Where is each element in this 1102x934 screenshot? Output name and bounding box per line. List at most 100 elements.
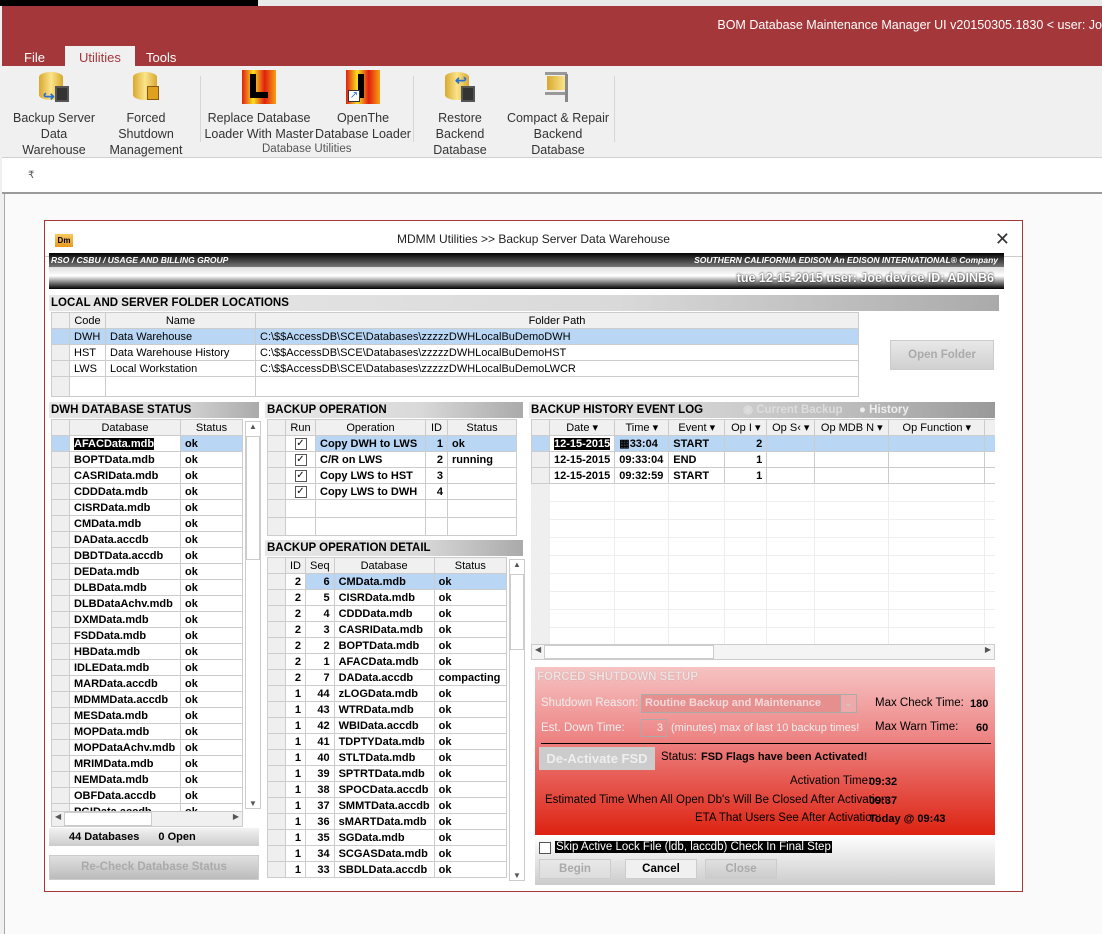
calendar-icon[interactable]: ▦ [619, 438, 629, 450]
col-op-mdb[interactable]: Op MDB N ▾ [814, 419, 890, 436]
table-row[interactable]: 2 5 CISRData.mdb ok [267, 589, 507, 606]
row-selector[interactable] [267, 621, 286, 638]
table-row[interactable]: 1 33 SBDLData.accdb ok [267, 861, 507, 878]
row-selector[interactable] [267, 435, 286, 452]
run-checkbox[interactable]: ✓ [285, 451, 316, 468]
table-row[interactable]: 1 43 WTRData.mdb ok [267, 701, 507, 718]
scroll-down-icon[interactable]: ▼ [510, 871, 524, 880]
table-row[interactable]: MESData.mdb ok [51, 707, 243, 724]
row-selector[interactable] [51, 499, 70, 516]
row-selector[interactable] [267, 829, 286, 846]
row-selector[interactable] [51, 435, 70, 452]
table-row[interactable]: 2 1 AFACData.mdb ok [267, 653, 507, 670]
row-selector[interactable] [51, 547, 70, 564]
row-selector[interactable] [51, 675, 70, 692]
row-selector[interactable] [267, 605, 286, 622]
col-op-function[interactable]: Op Function ▾ [888, 419, 986, 436]
cancel-button[interactable]: Cancel [625, 859, 697, 879]
row-selector[interactable] [267, 653, 286, 670]
table-row[interactable]: HST Data Warehouse History C:\$$AccessDB\S… [51, 344, 859, 361]
table-row[interactable]: 1 37 SMMTData.accdb ok [267, 797, 507, 814]
table-row[interactable]: 1 39 SPTRTData.mdb ok [267, 765, 507, 782]
col-code[interactable]: Code [69, 312, 106, 329]
table-row[interactable]: 1 35 SGData.mdb ok [267, 829, 507, 846]
backup-server-button[interactable]: ↪ Backup Server Data Warehouse [8, 70, 100, 158]
down-time-input[interactable]: 3 [641, 719, 667, 737]
scroll-thumb[interactable] [64, 812, 152, 826]
restore-backend-button[interactable]: ↩ Restore Backend Database [414, 70, 506, 158]
row-selector[interactable] [531, 467, 550, 484]
row-selector[interactable] [51, 691, 70, 708]
col-id[interactable]: ID [425, 419, 448, 436]
scroll-right-icon[interactable]: ▶ [233, 812, 239, 821]
table-row[interactable]: DLBDataAchv.mdb ok [51, 595, 243, 612]
table-row[interactable]: DWH Data Warehouse C:\$$AccessDB\SCE\Datab… [51, 328, 859, 345]
table-row[interactable]: 1 34 SCGASData.mdb ok [267, 845, 507, 862]
close-icon[interactable]: ✕ [995, 229, 1010, 250]
skip-lock-checkbox[interactable] [539, 842, 551, 854]
recheck-status-button[interactable]: Re-Check Database Status [49, 855, 259, 880]
col-operation[interactable]: Operation [315, 419, 426, 436]
row-selector[interactable] [267, 685, 286, 702]
dwh-horizontal-scrollbar[interactable]: ◀ ▶ [51, 811, 243, 827]
table-row[interactable]: 2 3 CASRIData.mdb ok [267, 621, 507, 638]
row-selector[interactable] [51, 531, 70, 548]
table-row[interactable]: NEMData.mdb ok [51, 771, 243, 788]
table-row[interactable]: DEData.mdb ok [51, 563, 243, 580]
table-row[interactable]: ✓ Copy DWH to LWS 1 ok [267, 435, 517, 452]
col-run[interactable]: Run [285, 419, 316, 436]
row-selector[interactable] [51, 755, 70, 772]
row-selector[interactable] [267, 467, 286, 484]
row-selector[interactable] [51, 787, 70, 804]
col-folder-path[interactable]: Folder Path [255, 312, 859, 329]
table-row[interactable]: 1 41 TDPTYData.mdb ok [267, 733, 507, 750]
row-selector[interactable] [51, 739, 70, 756]
col-op-seq[interactable]: Op S‹ ▾ [766, 419, 816, 436]
col-e[interactable]: E [984, 419, 995, 436]
row-selector[interactable] [51, 643, 70, 660]
row-selector[interactable] [51, 707, 70, 724]
detail-vertical-scrollbar[interactable]: ▲ ▼ [509, 559, 525, 881]
row-selector[interactable] [51, 659, 70, 676]
row-selector[interactable] [51, 515, 70, 532]
radio-current-backup[interactable]: ◉ Current Backup [743, 402, 843, 418]
history-horizontal-scrollbar[interactable]: ◀ ▶ [531, 644, 995, 660]
dwh-vertical-scrollbar[interactable]: ▲ ▼ [245, 421, 261, 809]
col-op-id[interactable]: Op I ▾ [724, 419, 768, 436]
customize-quick-access-icon[interactable]: ₹ [28, 170, 34, 181]
compact-repair-button[interactable]: Compact & Repair Backend Database [506, 70, 610, 158]
table-row[interactable]: 2 4 CDDData.mdb ok [267, 605, 507, 622]
row-selector[interactable] [51, 595, 70, 612]
row-selector[interactable] [267, 573, 286, 590]
table-row[interactable]: DBDTData.accdb ok [51, 547, 243, 564]
row-selector[interactable] [51, 483, 70, 500]
row-selector[interactable] [267, 637, 286, 654]
table-row[interactable]: 12-15-2015 09:32:59 START 1 [531, 467, 995, 484]
table-row[interactable]: HBData.mdb ok [51, 643, 243, 660]
row-selector[interactable] [267, 797, 286, 814]
table-row[interactable]: MDMMData.accdb ok [51, 691, 243, 708]
row-selector[interactable] [51, 611, 70, 628]
scroll-thumb[interactable] [544, 645, 714, 659]
row-selector[interactable] [267, 483, 286, 500]
table-row[interactable]: ✓ Copy LWS to HST 3 [267, 467, 517, 484]
table-row[interactable]: 12-15-2015 ▦33:04 START 2 [531, 435, 995, 452]
replace-loader-button[interactable]: Replace Database Loader With Master [204, 70, 314, 142]
col-date[interactable]: Date ▾ [548, 419, 616, 436]
table-row[interactable]: CISRData.mdb ok [51, 499, 243, 516]
col-id[interactable]: ID [285, 557, 306, 574]
scroll-right-icon[interactable]: ▶ [985, 645, 991, 654]
row-selector[interactable] [267, 733, 286, 750]
begin-button[interactable]: Begin [539, 859, 611, 879]
skip-lock-label[interactable]: Skip Active Lock File (ldb, laccdb) Chec… [555, 841, 832, 853]
row-selector[interactable] [267, 813, 286, 830]
table-row[interactable]: DAData.accdb ok [51, 531, 243, 548]
table-row[interactable]: LWS Local Workstation C:\$$AccessDB\SCE\Da… [51, 360, 859, 377]
table-row[interactable]: MOPDataAchv.mdb ok [51, 739, 243, 756]
run-checkbox[interactable]: ✓ [285, 483, 316, 500]
scroll-thumb[interactable] [510, 574, 524, 650]
table-row[interactable]: DXMData.mdb ok [51, 611, 243, 628]
table-row[interactable]: 1 40 STLTData.mdb ok [267, 749, 507, 766]
col-status[interactable]: Status [180, 419, 243, 436]
run-checkbox[interactable]: ✓ [285, 435, 316, 452]
